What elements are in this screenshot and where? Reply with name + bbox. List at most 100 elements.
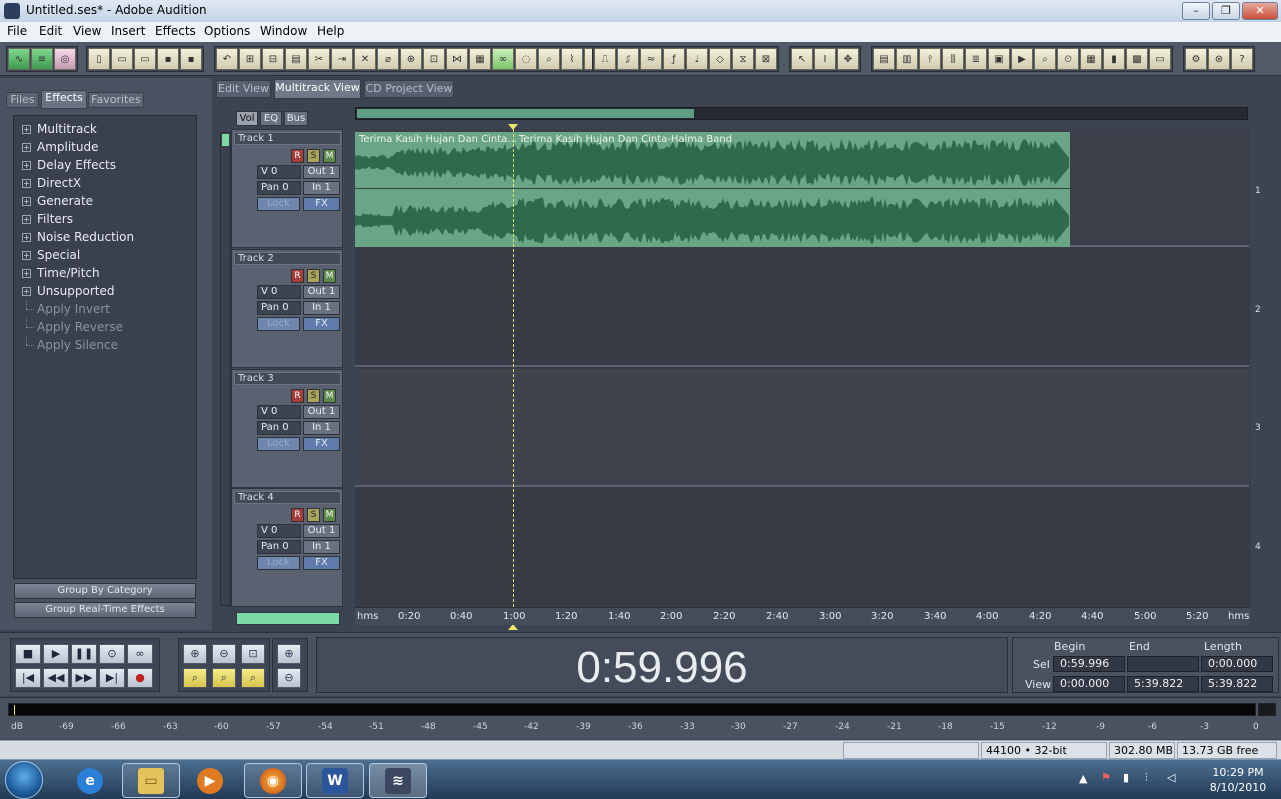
lock-button[interactable]: Lock — [257, 317, 300, 331]
time-ruler[interactable]: hms 0:20 0:40 1:00 1:20 1:40 2:00 2:20 2… — [355, 607, 1250, 625]
pan-field[interactable]: Pan 0 — [257, 301, 301, 315]
zoom-window-icon[interactable]: ⌕ — [1034, 48, 1056, 70]
stop-button[interactable]: ■ — [15, 644, 41, 664]
time-window-icon[interactable]: ⏲ — [1057, 48, 1079, 70]
output-select[interactable]: Out 1 — [303, 165, 340, 179]
expand-icon[interactable]: + — [22, 142, 31, 152]
mute-button[interactable]: M — [323, 508, 336, 522]
volume-field[interactable]: V 0 — [257, 524, 301, 538]
expand-icon[interactable]: + — [22, 160, 31, 170]
sel-end-field[interactable] — [1127, 656, 1199, 672]
tree-item-noise-reduction[interactable]: + Noise Reduction — [14, 228, 196, 246]
track-name[interactable]: Track 4 — [234, 491, 341, 504]
tree-item-filters[interactable]: + Filters — [14, 210, 196, 228]
wet-envelope-icon[interactable]: ≈ — [640, 48, 662, 70]
fx-button[interactable]: FX — [303, 317, 340, 331]
mute-button[interactable]: M — [323, 389, 336, 403]
output-select[interactable]: Out 1 — [303, 405, 340, 419]
expand-icon[interactable]: + — [22, 214, 31, 224]
expand-icon[interactable]: + — [22, 268, 31, 278]
minimize-button[interactable]: – — [1182, 2, 1210, 20]
tab-multitrack-view[interactable]: Multitrack View — [274, 79, 361, 99]
tab-favorites[interactable]: Favorites — [88, 92, 144, 108]
explorer-icon[interactable]: ▭ — [122, 763, 180, 798]
tab-effects[interactable]: Effects — [41, 90, 87, 109]
zoom-to-selection-icon[interactable]: ⌕ — [183, 668, 207, 688]
open-append-icon[interactable]: ▭ — [134, 48, 156, 70]
record-arm-button[interactable]: R — [291, 149, 304, 163]
play-to-end-button[interactable]: ⊙ — [99, 644, 125, 664]
expand-icon[interactable]: + — [22, 196, 31, 206]
move-tool-icon[interactable]: ↖ — [791, 48, 813, 70]
vol-mode-button[interactable]: Vol — [236, 111, 258, 126]
scrub-icon[interactable]: ◌ — [515, 48, 537, 70]
ie-icon[interactable]: e — [66, 763, 114, 798]
insert-icon[interactable]: ⊞ — [239, 48, 261, 70]
fx-button[interactable]: FX — [303, 437, 340, 451]
open-folder-icon[interactable]: ▭ — [111, 48, 133, 70]
zoom-out-vertical-icon[interactable]: ⊖ — [277, 668, 301, 688]
word-icon[interactable]: W — [306, 763, 364, 798]
lock-button[interactable]: Lock — [257, 197, 300, 211]
help-icon[interactable]: ? — [1231, 48, 1253, 70]
show-hidden-icons-icon[interactable]: ▲ — [1079, 772, 1087, 785]
group-icon[interactable]: ⊕ — [400, 48, 422, 70]
tab-edit-view[interactable]: Edit View — [216, 80, 271, 98]
trim-icon[interactable]: ⇥ — [331, 48, 353, 70]
tree-item-directx[interactable]: + DirectX — [14, 174, 196, 192]
output-select[interactable]: Out 1 — [303, 524, 340, 538]
properties-icon[interactable]: ≣ — [965, 48, 987, 70]
tree-item-apply-invert[interactable]: Apply Invert — [14, 300, 196, 318]
expand-icon[interactable]: + — [22, 178, 31, 188]
adobe-audition-icon[interactable]: ≋ — [369, 763, 427, 798]
volume-field[interactable]: V 0 — [257, 165, 301, 179]
solo-button[interactable]: S — [307, 149, 320, 163]
view-length-field[interactable]: 5:39.822 — [1201, 676, 1273, 692]
menu-window[interactable]: Window — [260, 24, 307, 38]
transport-icon[interactable]: ▶ — [1011, 48, 1033, 70]
play-button[interactable]: ▶ — [43, 644, 69, 664]
menu-effects[interactable]: Effects — [155, 24, 196, 38]
record-arm-button[interactable]: R — [291, 508, 304, 522]
expand-icon[interactable]: + — [22, 232, 31, 242]
db-envelope-icon[interactable]: ⎍ — [594, 48, 616, 70]
mute-button[interactable]: M — [323, 269, 336, 283]
zoom-out-horizontal-icon[interactable]: ⊖ — [212, 644, 236, 664]
audio-clip[interactable]: Terima Kasih Hujan Dan Cinta... Terima K… — [355, 132, 1070, 247]
crossfade-icon[interactable]: ⋈ — [446, 48, 468, 70]
track-name[interactable]: Track 3 — [234, 372, 341, 385]
track-name[interactable]: Track 2 — [234, 252, 341, 265]
volume-field[interactable]: V 0 — [257, 405, 301, 419]
track-lane-4[interactable] — [355, 488, 1249, 606]
snap-icon[interactable]: ▦ — [469, 48, 491, 70]
mixer-icon[interactable]: ⫯ — [919, 48, 941, 70]
solo-button[interactable]: S — [307, 269, 320, 283]
selection-window-icon[interactable]: ▦ — [1080, 48, 1102, 70]
pan-envelope-icon[interactable]: ⎎ — [617, 48, 639, 70]
split-icon[interactable]: ✂ — [308, 48, 330, 70]
action-center-icon[interactable]: ⚑ — [1101, 771, 1111, 784]
track-vertical-scrollbar[interactable] — [220, 132, 231, 606]
expand-icon[interactable]: + — [22, 124, 31, 134]
mixdown-icon[interactable]: ▤ — [285, 48, 307, 70]
fx-button[interactable]: FX — [303, 197, 340, 211]
tree-item-special[interactable]: + Special — [14, 246, 196, 264]
new-file-icon[interactable]: ▯ — [88, 48, 110, 70]
save-all-icon[interactable]: ▪ — [180, 48, 202, 70]
loop-play-button[interactable]: ∞ — [127, 644, 153, 664]
menu-insert[interactable]: Insert — [111, 24, 145, 38]
tree-item-amplitude[interactable]: + Amplitude — [14, 138, 196, 156]
group-realtime-effects-button[interactable]: Group Real-Time Effects — [14, 602, 196, 618]
clock[interactable]: 10:29 PM 8/10/2010 — [1197, 765, 1279, 795]
pause-button[interactable]: ❚❚ — [71, 644, 97, 664]
visible-range[interactable] — [357, 109, 694, 118]
cut-icon[interactable]: ✕ — [354, 48, 376, 70]
menu-edit[interactable]: Edit — [39, 24, 62, 38]
volume-field[interactable]: V 0 — [257, 285, 301, 299]
playhead-top-marker-icon[interactable] — [508, 124, 518, 130]
record-arm-button[interactable]: R — [291, 389, 304, 403]
menu-view[interactable]: View — [73, 24, 101, 38]
close-button[interactable]: ✕ — [1242, 2, 1278, 20]
track-lane-3[interactable] — [355, 369, 1249, 487]
lock-time-icon[interactable]: ⌀ — [377, 48, 399, 70]
